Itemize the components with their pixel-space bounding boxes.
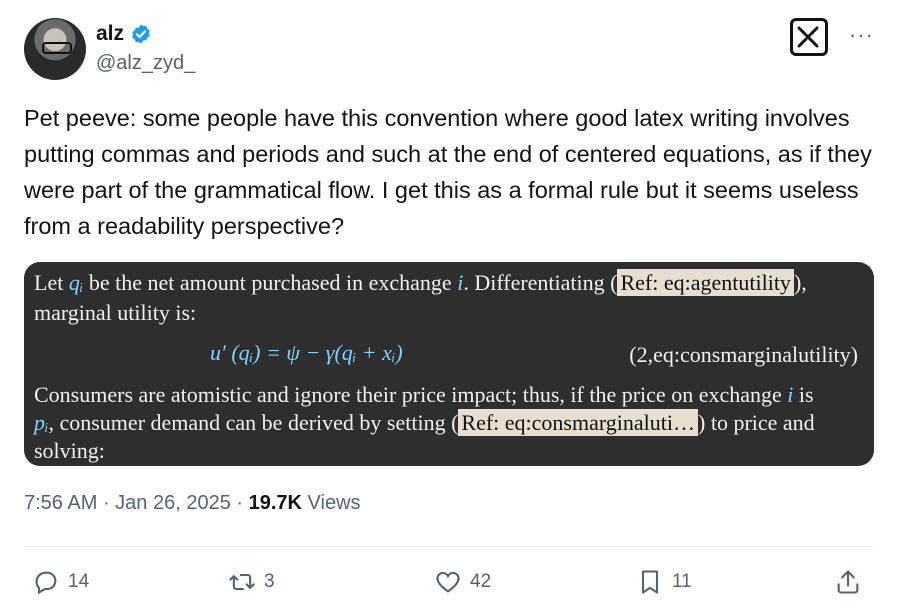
avatar[interactable] [24,18,86,80]
author-name-row: alz [96,22,152,46]
divider [24,546,874,547]
tweet-time[interactable]: 7:56 AM [24,492,97,514]
action-bar: 14 3 42 11 [24,560,874,604]
bookmark-count: 11 [672,571,692,592]
media-line-5: pᵢ, consumer demand can be derived by se… [34,409,815,436]
tweet-date[interactable]: Jan 26, 2025 [115,492,231,514]
author-display-name[interactable]: alz [96,22,124,46]
reply-button[interactable]: 14 [32,560,89,604]
tweet-header: alz @alz_zyd_ ··· [24,12,874,82]
heart-icon [436,571,460,593]
media-line-4: Consumers are atomistic and ignore their… [34,382,814,408]
like-count: 42 [470,571,492,592]
tweet-text: Pet peeve: some people have this convent… [24,105,872,239]
meta-separator: · [97,492,116,514]
repost-count: 3 [264,571,275,592]
tweet-media-image[interactable]: Let qᵢ be the net amount purchased in ex… [24,262,874,466]
views-count: 19.7K [248,492,302,514]
media-text: be the net amount purchased in exchange [83,270,458,295]
share-icon [837,570,859,594]
repost-button[interactable]: 3 [228,560,275,604]
views-label: Views [301,492,361,514]
like-button[interactable]: 42 [434,560,491,604]
math-q-i: qᵢ [68,270,84,295]
avatar-glasses [42,42,72,54]
tweet-meta: 7:56 AM · Jan 26, 2025 · 19.7K Views [24,492,361,515]
bookmark-button[interactable]: 11 [636,560,692,604]
x-logo-icon[interactable] [790,18,828,56]
math-p-i: pᵢ [34,410,49,435]
repost-icon [229,573,255,591]
media-text: Consumers are atomistic and ignore their… [34,382,788,407]
author-handle[interactable]: @alz_zyd_ [96,52,195,75]
verified-badge-icon [132,24,150,44]
media-text: ), [793,270,807,295]
bookmark-icon [641,570,659,594]
media-line-2: marginal utility is: [34,300,197,325]
media-text: is [793,382,814,407]
media-equation-number: (2,eq:consmarginalutility) [629,342,858,367]
ref-box: Ref: eq:agentutility [617,269,794,296]
media-text: ) to price and [698,410,815,435]
media-text: , consumer demand can be derived by sett… [48,410,459,435]
media-text: Let [34,270,69,295]
share-button[interactable] [834,560,862,604]
more-icon[interactable]: ··· [849,22,874,48]
media-equation: u′ (qᵢ) = ψ − γ(qᵢ + xᵢ) [210,340,403,365]
meta-separator: · [230,492,249,514]
media-text: . Differentiating ( [463,270,618,295]
ref-box: Ref: eq:consmarginaluti… [458,409,699,436]
media-line-6: solving: [34,438,105,463]
media-line-1: Let qᵢ be the net amount purchased in ex… [34,269,807,296]
reply-count: 14 [68,571,90,592]
reply-icon [35,571,57,595]
x-logo-glyph [797,26,819,48]
